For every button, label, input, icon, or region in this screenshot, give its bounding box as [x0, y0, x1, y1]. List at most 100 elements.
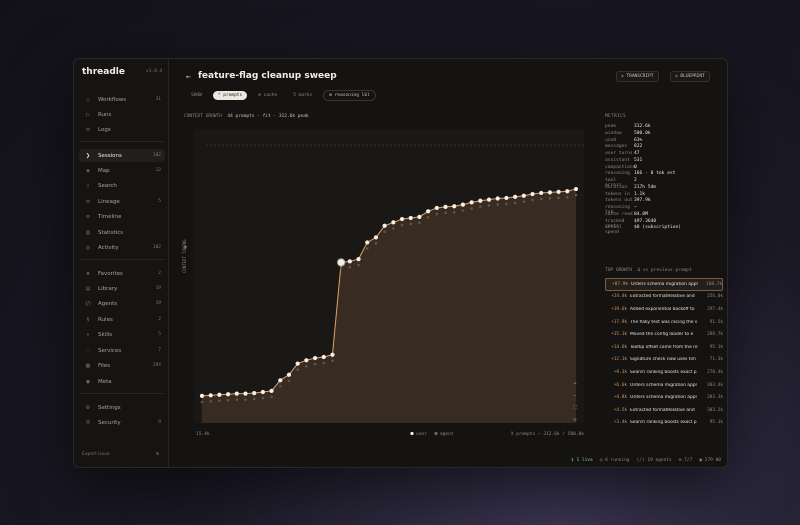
growth-row[interactable]: +24.4k Extracted formatRelative and 256.0k — [605, 291, 723, 304]
sidebar-item-logs[interactable]: ≡ Logs — [79, 123, 165, 136]
prompt-point[interactable] — [460, 202, 466, 207]
prompt-point[interactable] — [530, 191, 535, 197]
prompt-point[interactable] — [426, 209, 431, 214]
prompt-point[interactable] — [321, 354, 326, 360]
prompt-point[interactable] — [304, 358, 309, 363]
prompt-point[interactable] — [337, 258, 346, 267]
prompt-point[interactable] — [225, 392, 231, 397]
prompt-point[interactable] — [434, 205, 439, 211]
metric-value: 312.6k — [634, 124, 651, 129]
sidebar-item-statistics[interactable]: ▥ Statistics — [79, 226, 165, 239]
sidebar-item-rules[interactable]: § Rules 2 — [79, 313, 165, 326]
prompt-point[interactable] — [217, 392, 222, 397]
prompt-point[interactable] — [573, 186, 579, 192]
prompt-point[interactable] — [312, 355, 318, 361]
prompt-point[interactable] — [521, 193, 526, 198]
growth-row[interactable]: +3.4k Search ranking boosts exact p 95.1k — [605, 417, 723, 430]
growth-total: 283.3k — [707, 395, 723, 401]
agent-marker — [470, 207, 473, 210]
growth-row[interactable]: +4.5k Extracted formatRelative and 303.2k — [605, 404, 723, 417]
growth-row[interactable]: +19.6k Added exponential backoff to 297.4k — [605, 303, 723, 316]
sidebar-item-label: Sessions — [98, 152, 122, 159]
map-icon: ◈ — [86, 167, 90, 174]
transcript-button[interactable]: ⇲ TRANSCRIPT — [616, 71, 659, 82]
prompt-point[interactable] — [269, 388, 274, 393]
sidebar-item-agents[interactable]: (/) Agents 19 — [79, 297, 165, 310]
growth-row[interactable]: +87.9k Orders schema migration appl 188.7k — [605, 278, 723, 291]
prompt-point[interactable] — [539, 190, 544, 196]
prompt-point[interactable] — [556, 189, 561, 194]
prompt-point[interactable] — [452, 204, 457, 209]
prompt-point[interactable] — [504, 195, 509, 201]
prompt-point[interactable] — [399, 216, 405, 222]
prompt-point[interactable] — [382, 223, 387, 228]
prompt-point[interactable] — [565, 189, 570, 194]
growth-delta: +17.9k — [611, 319, 627, 325]
growth-row[interactable]: +17.9k The flaky test was racing the s 91.… — [605, 316, 723, 329]
prompt-point[interactable] — [278, 378, 283, 383]
sidebar-item-runs[interactable]: ▷ Runs — [79, 108, 165, 121]
metric-key: cache read — [605, 211, 633, 217]
growth-row[interactable]: +9.3k Search ranking boosts exact p 270.4k — [605, 366, 723, 379]
top-growth-panel: TOP GROWTH Δ vs previous prompt +87.9k Or… — [605, 268, 723, 429]
sidebar-item-activity[interactable]: ◎ Activity 102 — [79, 241, 165, 254]
growth-row[interactable]: +12.1k Signature check now uses tim 71.3k — [605, 354, 723, 367]
fit-icon[interactable]: ⛶ — [573, 404, 577, 411]
prompt-point[interactable] — [252, 391, 257, 396]
prompt-point[interactable] — [199, 393, 205, 398]
prompt-point[interactable] — [486, 197, 492, 202]
context-growth-chart[interactable]: CONTEXT TOKENS▼ 15.4k user agent X prompts —… — [182, 123, 592, 453]
prompt-point[interactable] — [295, 361, 300, 366]
export-issue-link[interactable]: Export issue — [82, 452, 110, 457]
services-icon: ◌ — [85, 347, 91, 354]
export-icon[interactable]: ⊕ — [156, 451, 159, 457]
prompt-point[interactable] — [260, 389, 265, 395]
sidebar-item-meta[interactable]: ◉ Meta — [79, 375, 165, 388]
sidebar-item-files[interactable]: ▦ Files 294 — [79, 359, 165, 372]
sidebar-item-map[interactable]: ◈ Map 12 — [79, 164, 165, 177]
sidebar-item-workflows[interactable]: ◇ Workflows 31 — [79, 93, 165, 106]
top-growth-subtitle: Δ vs previous prompt — [637, 268, 692, 273]
sidebar-item-security[interactable]: ⛨ Security 9 — [79, 416, 165, 429]
sidebar-item-settings[interactable]: ⚙ Settings — [79, 401, 165, 414]
prompt-point[interactable] — [469, 200, 474, 205]
prompt-point[interactable] — [330, 352, 335, 357]
tab-prompts[interactable]: ⁰ prompts — [212, 91, 248, 100]
sidebar-item-skills[interactable]: ⋄ Skills 5 — [79, 328, 165, 341]
prompt-point[interactable] — [243, 391, 248, 396]
sidebar-item-favorites[interactable]: ★ Favorites 2 — [79, 267, 165, 280]
prompt-point[interactable] — [478, 198, 483, 203]
sidebar-item-services[interactable]: ◌ Services 7 — [79, 344, 165, 357]
tab-marks[interactable]: 5 marks — [288, 91, 317, 100]
sidebar-item-search[interactable]: ⌕ Search — [79, 179, 165, 192]
prompt-point[interactable] — [373, 235, 379, 240]
prompt-point[interactable] — [391, 220, 396, 225]
prompt-point[interactable] — [408, 215, 413, 221]
prompt-point[interactable] — [234, 391, 239, 396]
prompt-point[interactable] — [208, 393, 213, 398]
back-arrow-icon[interactable]: ← — [186, 72, 191, 81]
sidebar-item-timeline[interactable]: ≡ Timeline — [79, 210, 165, 223]
sidebar-item-library[interactable]: ▤ Library 19 — [79, 282, 165, 295]
blueprint-button[interactable]: ⇲ BLUEPRINT — [670, 71, 710, 82]
prompt-point[interactable] — [513, 194, 518, 199]
prompt-point[interactable] — [417, 214, 422, 219]
sidebar-item-sessions[interactable]: ❯ Sessions 102 — [79, 149, 165, 162]
prompt-point[interactable] — [547, 190, 553, 195]
reset-icon[interactable]: ⊙ — [573, 417, 576, 423]
prompt-point[interactable] — [356, 257, 361, 262]
tab-reasoning-label[interactable]: ⊞ reasoning lbl — [323, 90, 376, 101]
prompt-point[interactable] — [495, 196, 500, 201]
prompt-point[interactable] — [347, 259, 352, 264]
growth-row[interactable]: +14.6k Tooltip offset came from the re 95.… — [605, 341, 723, 354]
prompt-point[interactable] — [365, 240, 370, 245]
sidebar-item-label: Logs — [98, 126, 111, 133]
prompt-point[interactable] — [443, 204, 448, 209]
growth-row[interactable]: +6.6k Orders schema migration appl 303.4k — [605, 379, 723, 392]
sidebar-item-count: 102 — [152, 153, 161, 158]
tab-cache[interactable]: ⊞ cache — [253, 91, 282, 100]
growth-row[interactable]: +4.8k Orders schema migration appl 283.3k — [605, 391, 723, 404]
prompt-point[interactable] — [286, 372, 292, 377]
growth-row[interactable]: +15.1k Moved the config loader to e 289.7k — [605, 328, 723, 341]
sidebar-item-lineage[interactable]: ≡ Lineage 5 — [79, 195, 165, 208]
